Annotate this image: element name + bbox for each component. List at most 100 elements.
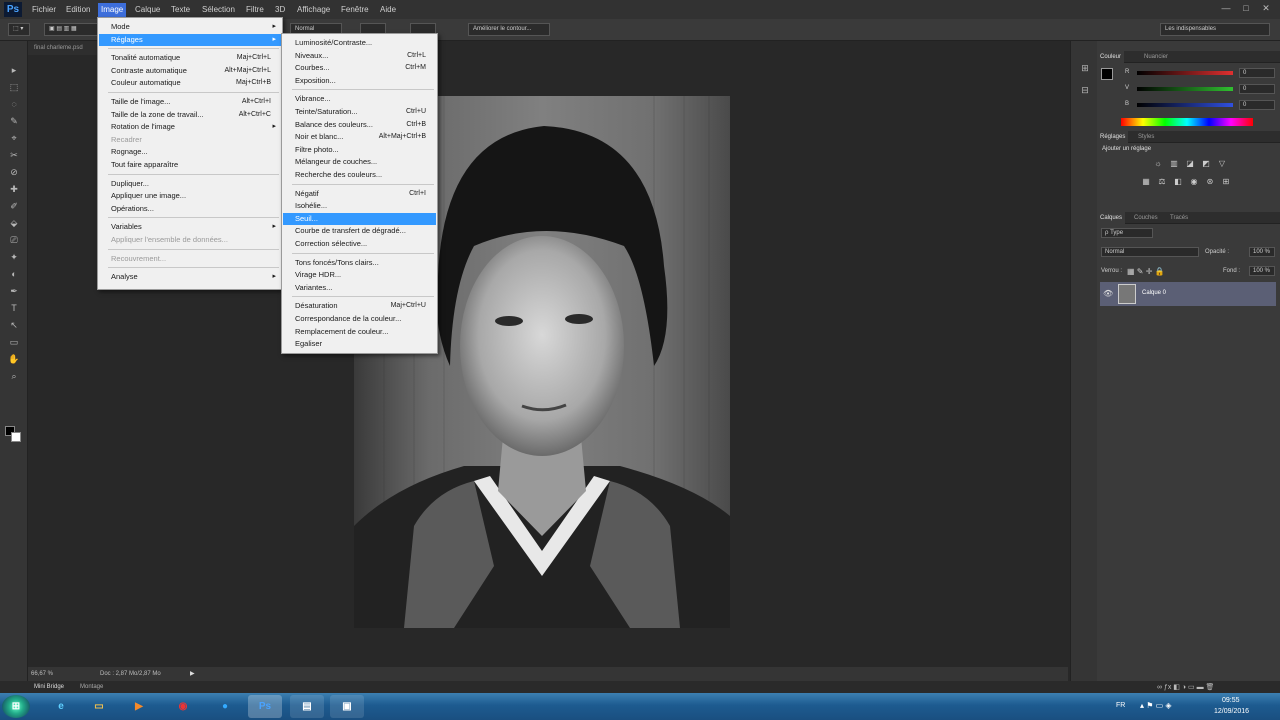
layer-footer-icons[interactable]: ∞ ƒx ◧ ◑ ▭ ▬ 🗑 bbox=[1157, 683, 1214, 691]
actions-panel-icon[interactable]: ⊟ bbox=[1077, 83, 1093, 97]
menu-selection[interactable]: Sélection bbox=[199, 3, 238, 17]
image-item-tonalite-automatique[interactable]: Tonalité automatique Maj+Ctrl+L bbox=[99, 52, 281, 64]
menu-texte[interactable]: Texte bbox=[168, 3, 193, 17]
clone-stamp-icon[interactable]: ✐ bbox=[6, 199, 22, 213]
channel-v-value[interactable]: 0 bbox=[1239, 84, 1275, 94]
path-select-icon[interactable]: ↖ bbox=[6, 318, 22, 332]
tray-icons[interactable]: ▴ ⚑ ▭ ◈ bbox=[1140, 701, 1172, 710]
refine-edge-button[interactable]: Améliorer le contour... bbox=[468, 23, 550, 36]
image-item-dupliquer[interactable]: Dupliquer... bbox=[99, 178, 281, 190]
hand-tool-icon[interactable]: ✋ bbox=[6, 352, 22, 366]
reglages-item-virage-hdr[interactable]: Virage HDR... bbox=[283, 269, 436, 281]
image-item-tout-faire-apparaitre[interactable]: Tout faire apparaître bbox=[99, 159, 281, 171]
image-item-variables[interactable]: Variables ▸ bbox=[99, 221, 281, 233]
workspace-select[interactable]: Les indispensables bbox=[1160, 23, 1270, 36]
reglages-item-balance-des-couleurs[interactable]: Balance des couleurs... Ctrl+B bbox=[283, 119, 436, 131]
menu-3d[interactable]: 3D bbox=[272, 3, 288, 17]
reglages-item-filtre-photo[interactable]: Filtre photo... bbox=[283, 144, 436, 156]
image-item-appliquer-une-image[interactable]: Appliquer une image... bbox=[99, 190, 281, 202]
background-color-swatch[interactable] bbox=[11, 432, 21, 442]
zoom-level[interactable]: 66,67 % bbox=[31, 667, 53, 681]
layer-name[interactable]: Calque 0 bbox=[1142, 290, 1166, 296]
shape-tool-icon[interactable]: ▭ bbox=[6, 335, 22, 349]
reglages-item-negatif[interactable]: Négatif Ctrl+I bbox=[283, 188, 436, 200]
channel-b-value[interactable]: 0 bbox=[1239, 100, 1275, 110]
levels-adjust-icon[interactable]: ▥ bbox=[1169, 159, 1179, 168]
file-explorer-icon[interactable]: ▭ bbox=[82, 695, 116, 718]
reglages-item-remplacement-de-couleur[interactable]: Remplacement de couleur... bbox=[283, 326, 436, 338]
menu-calque[interactable]: Calque bbox=[132, 3, 163, 17]
minimize-icon[interactable]: — bbox=[1220, 3, 1232, 14]
tab-couches[interactable]: Couches bbox=[1131, 212, 1161, 224]
zoom-tool-icon[interactable]: ⌕ bbox=[6, 369, 22, 383]
menu-fenetre[interactable]: Fenêtre bbox=[338, 3, 372, 17]
brightness-adjust-icon[interactable]: ☼ bbox=[1153, 159, 1163, 168]
browser-icon[interactable]: ● bbox=[208, 695, 242, 718]
menu-fichier[interactable]: Fichier bbox=[29, 3, 59, 17]
reglages-item-vibrance[interactable]: Vibrance... bbox=[283, 93, 436, 105]
layer-row[interactable]: 👁 Calque 0 bbox=[1100, 282, 1276, 306]
mixer-adjust-icon[interactable]: ⊛ bbox=[1205, 177, 1215, 186]
reglages-item-tons-fonces-tons-clairs[interactable]: Tons foncés/Tons clairs... bbox=[283, 257, 436, 269]
image-item-rognage[interactable]: Rognage... bbox=[99, 146, 281, 158]
channel-r-slider[interactable] bbox=[1137, 71, 1233, 75]
history-panel-icon[interactable]: ⊞ bbox=[1077, 61, 1093, 75]
image-item-reglages[interactable]: Réglages ▸ bbox=[99, 33, 281, 46]
start-button-icon[interactable]: ⊞ bbox=[2, 695, 30, 718]
history-brush-icon[interactable]: ⬙ bbox=[6, 216, 22, 230]
reglages-item-egaliser[interactable]: Egaliser bbox=[283, 338, 436, 350]
tab-calques[interactable]: Calques bbox=[1097, 212, 1126, 224]
channel-v-slider[interactable] bbox=[1137, 87, 1233, 91]
reglages-item-melangeur-de-couches[interactable]: Mélangeur de couches... bbox=[283, 156, 436, 168]
reglages-item-recherche-des-couleurs[interactable]: Recherche des couleurs... bbox=[283, 169, 436, 181]
image-item-taille-de-la-zone-de-travail[interactable]: Taille de la zone de travail... Alt+Ctrl+… bbox=[99, 109, 281, 121]
image-item-taille-de-l-image[interactable]: Taille de l'image... Alt+Ctrl+I bbox=[99, 96, 281, 108]
internet-explorer-icon[interactable]: e bbox=[44, 695, 78, 718]
channel-r-value[interactable]: 0 bbox=[1239, 68, 1275, 78]
reglages-item-correspondance-de-la-couleur[interactable]: Correspondance de la couleur... bbox=[283, 313, 436, 325]
layer-filter-select[interactable]: ρ Type bbox=[1101, 228, 1153, 238]
clock-time[interactable]: 09:55 bbox=[1222, 697, 1240, 704]
photofilter-adjust-icon[interactable]: ◉ bbox=[1189, 177, 1199, 186]
fill-field[interactable]: 100 % bbox=[1249, 266, 1275, 276]
image-item-contraste-automatique[interactable]: Contraste automatique Alt+Maj+Ctrl+L bbox=[99, 65, 281, 77]
foreground-color-picker[interactable] bbox=[1101, 68, 1113, 80]
image-item-rotation-de-l-image[interactable]: Rotation de l'image ▸ bbox=[99, 121, 281, 133]
balance-adjust-icon[interactable]: ⚖ bbox=[1157, 177, 1167, 186]
reglages-item-desaturation[interactable]: Désaturation Maj+Ctrl+U bbox=[283, 300, 436, 312]
close-icon[interactable]: ✕ bbox=[1260, 3, 1272, 14]
menu-aide[interactable]: Aide bbox=[377, 3, 399, 17]
tab-styles[interactable]: Styles bbox=[1135, 131, 1157, 143]
image-item-couleur-automatique[interactable]: Couleur automatique Maj+Ctrl+B bbox=[99, 77, 281, 89]
eraser-icon[interactable]: ⎚ bbox=[6, 233, 22, 247]
window-taskbar-icon[interactable]: ▤ bbox=[290, 695, 324, 718]
image-item-analyse[interactable]: Analyse ▸ bbox=[99, 271, 281, 283]
gradient-tool-icon[interactable]: ✦ bbox=[6, 250, 22, 264]
image-item-operations[interactable]: Opérations... bbox=[99, 203, 281, 215]
photoshop-taskbar-icon[interactable]: Ps bbox=[248, 695, 282, 718]
crop-tool-icon[interactable]: ⌖ bbox=[6, 131, 22, 145]
channel-b-slider[interactable] bbox=[1137, 103, 1233, 107]
color-spectrum-bar[interactable] bbox=[1121, 118, 1253, 126]
reglages-item-courbe-de-transfert-de-degrade[interactable]: Courbe de transfert de dégradé... bbox=[283, 225, 436, 237]
reglages-item-seuil[interactable]: Seuil... bbox=[283, 212, 436, 225]
hue-adjust-icon[interactable]: ▦ bbox=[1141, 177, 1151, 186]
menu-affichage[interactable]: Affichage bbox=[294, 3, 333, 17]
chrome-icon[interactable]: ◉ bbox=[166, 695, 200, 718]
menu-filtre[interactable]: Filtre bbox=[243, 3, 267, 17]
healing-brush-icon[interactable]: ⊘ bbox=[6, 165, 22, 179]
selection-mode-icons[interactable]: ▣ ▤ ▥ ▦ bbox=[44, 23, 104, 36]
move-tool-icon[interactable]: ▸ bbox=[6, 63, 22, 77]
image-item-mode[interactable]: Mode ▸ bbox=[99, 21, 281, 33]
lasso-tool-icon[interactable]: ◌ bbox=[6, 97, 22, 111]
blend-mode-select[interactable]: Normal bbox=[1101, 247, 1199, 257]
quick-select-icon[interactable]: ✎ bbox=[6, 114, 22, 128]
marquee-tool-preset[interactable]: ⬚ ▾ bbox=[8, 23, 30, 36]
media-player-icon[interactable]: ▶ bbox=[122, 695, 156, 718]
menu-image[interactable]: Image bbox=[98, 3, 127, 17]
reglages-item-exposition[interactable]: Exposition... bbox=[283, 75, 436, 87]
reglages-item-courbes[interactable]: Courbes... Ctrl+M bbox=[283, 62, 436, 74]
bw-adjust-icon[interactable]: ◧ bbox=[1173, 177, 1183, 186]
reglages-item-noir-et-blanc[interactable]: Noir et blanc... Alt+Maj+Ctrl+B bbox=[283, 131, 436, 143]
dodge-tool-icon[interactable]: ◐ bbox=[6, 267, 22, 281]
